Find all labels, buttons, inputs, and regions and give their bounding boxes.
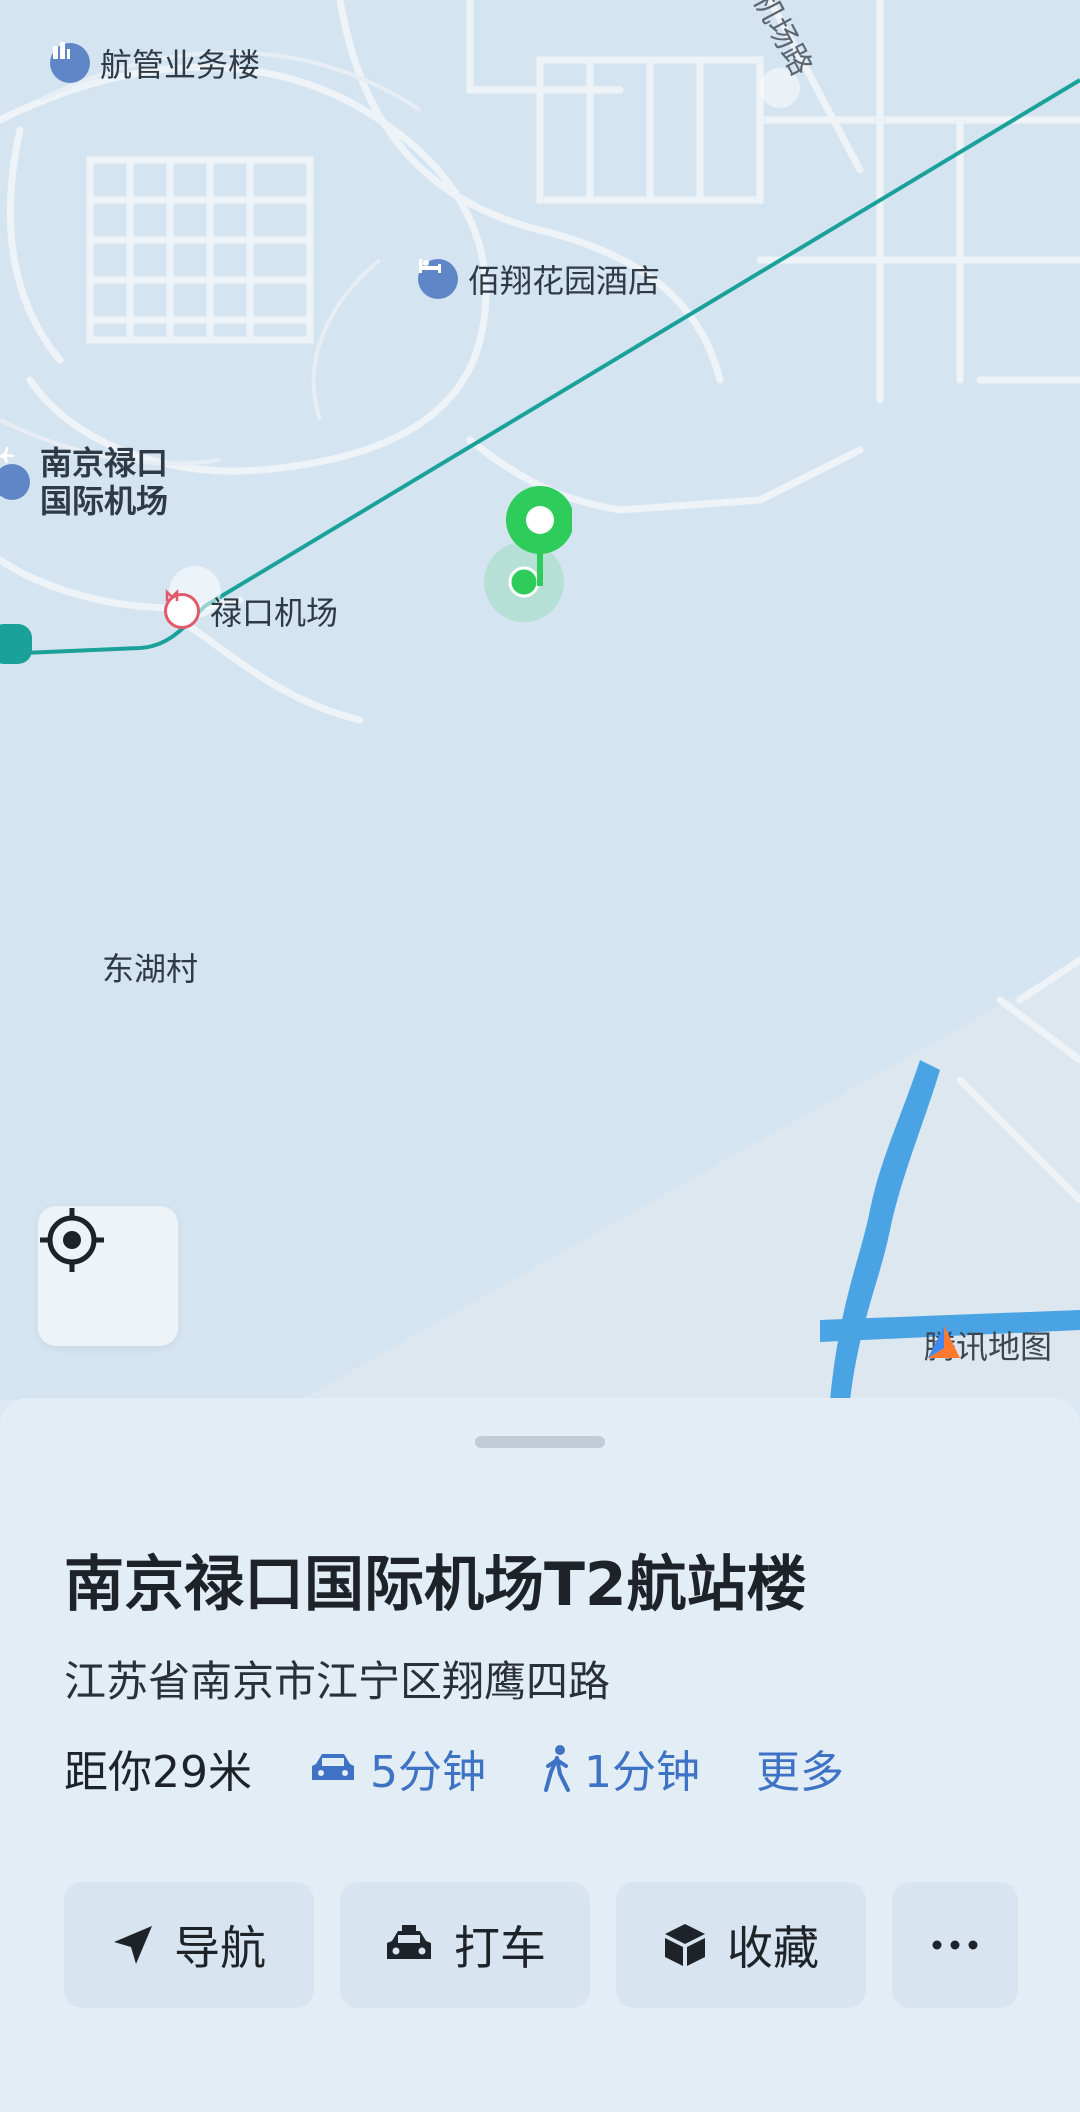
airplane-icon xyxy=(0,446,30,500)
location-pin[interactable] xyxy=(482,486,572,626)
drive-eta[interactable]: 5分钟 xyxy=(308,1736,486,1800)
favorite-box-icon xyxy=(665,1924,705,1966)
poi-metro-station[interactable]: 禄口机场 xyxy=(164,588,338,634)
poi-label: 东湖村 xyxy=(102,950,199,988)
navigate-label: 导航 xyxy=(174,1921,266,1975)
building-icon xyxy=(50,42,90,83)
tencent-map-logo-icon xyxy=(927,1326,960,1358)
distance-text: 距你29米 xyxy=(64,1747,252,1798)
pin-icon xyxy=(484,486,572,622)
crosshair-icon xyxy=(40,1208,104,1272)
more-actions-button[interactable] xyxy=(892,1882,1018,2008)
poi-label: 佰翔花园酒店 xyxy=(468,262,661,300)
navigate-arrow-icon xyxy=(114,1926,152,1964)
car-icon xyxy=(312,1754,354,1780)
more-link[interactable]: 更多 xyxy=(756,1736,844,1800)
taxi-button[interactable]: 打车 xyxy=(340,1882,590,2008)
airport-label: 南京禄口 国际机场 xyxy=(40,444,168,520)
map-brand: 腾讯地图 xyxy=(924,1322,1052,1368)
taxi-icon xyxy=(387,1925,431,1959)
map-canvas xyxy=(0,0,1080,1400)
ellipsis-icon xyxy=(932,1940,978,1950)
favorite-label: 收藏 xyxy=(727,1921,819,1975)
drag-handle[interactable] xyxy=(475,1436,605,1448)
favorite-button[interactable]: 收藏 xyxy=(616,1882,866,2008)
walk-eta[interactable]: 1分钟 xyxy=(542,1736,700,1800)
poi-hotel[interactable]: 佰翔花园酒店 xyxy=(418,256,660,302)
airport-label-line1: 南京禄口 xyxy=(40,444,169,482)
action-bar: 导航 打车 收藏 xyxy=(64,1882,1018,2008)
map-view[interactable]: 机场路 航管业务楼 佰翔花园酒店 南京禄口 国际机场 禄口机场 东湖村 腾讯地图 xyxy=(0,0,1080,1400)
poi-label: 禄口机场 xyxy=(210,594,339,632)
hotel-bed-icon xyxy=(418,259,458,299)
metro-icon xyxy=(164,588,200,629)
poi-village[interactable]: 东湖村 xyxy=(102,944,198,990)
place-title: 南京禄口国际机场T2航站楼 xyxy=(64,1550,807,1620)
walk-icon xyxy=(544,1745,570,1792)
walk-time-text: 1分钟 xyxy=(584,1747,700,1798)
airport-label-line2: 国际机场 xyxy=(40,482,169,520)
drive-time-text: 5分钟 xyxy=(370,1747,486,1798)
poi-aviation-building[interactable]: 航管业务楼 xyxy=(50,40,260,86)
navigate-button[interactable]: 导航 xyxy=(64,1882,314,2008)
locate-button[interactable] xyxy=(38,1206,178,1346)
poi-label: 航管业务楼 xyxy=(100,46,261,84)
poi-airport[interactable]: 南京禄口 国际机场 xyxy=(0,444,168,520)
taxi-label: 打车 xyxy=(454,1921,546,1975)
place-detail-sheet[interactable]: 南京禄口国际机场T2航站楼 江苏省南京市江宁区翔鹰四路 距你29米 5分钟 1分… xyxy=(0,1398,1080,2112)
place-meta-row: 距你29米 5分钟 1分钟 更多 xyxy=(64,1736,844,1800)
place-address: 江苏省南京市江宁区翔鹰四路 xyxy=(64,1657,611,1706)
